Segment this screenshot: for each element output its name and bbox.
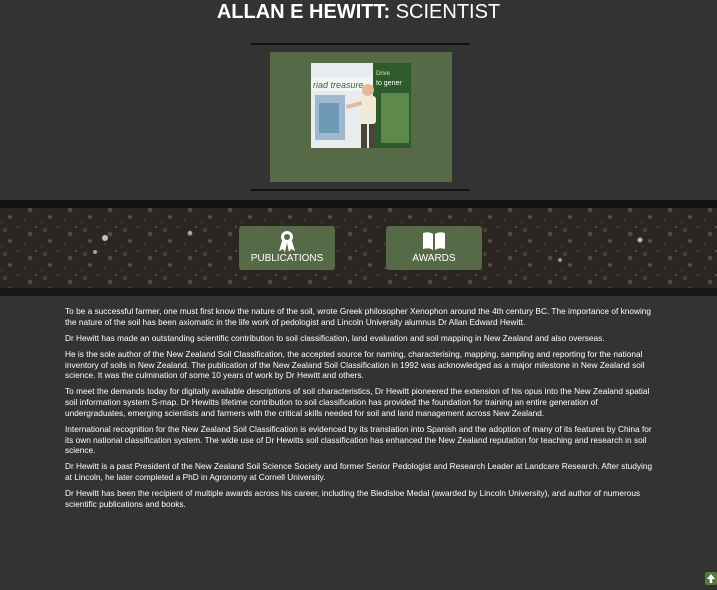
bio-paragraph: Dr Hewitt is a past President of the New… — [65, 461, 653, 483]
svg-text:Drive: Drive — [376, 71, 391, 77]
portrait-frame: riad treasure Drive to gener — [270, 52, 452, 182]
bio-paragraph: To meet the demands today for digitally … — [65, 386, 650, 418]
page-title: ALLAN E HEWITT: SCIENTIST — [0, 0, 717, 24]
top-divider — [251, 43, 470, 45]
svg-text:to gener: to gener — [376, 80, 402, 87]
biography-text: To be a successful farmer, one must firs… — [65, 306, 655, 515]
bio-paragraph: International recognition for the New Ze… — [65, 423, 652, 456]
open-book-icon — [423, 232, 445, 250]
publications-label: PUBLICATIONS — [250, 253, 324, 264]
bio-paragraph: Dr Hewitt has been the recipient of mult… — [65, 488, 641, 509]
portrait-photo: riad treasure Drive to gener — [311, 63, 411, 148]
bio-paragraph: He is the sole author of the New Zealand… — [65, 348, 645, 381]
award-ribbon-icon — [279, 231, 295, 252]
awards-label: AWARDS — [412, 253, 456, 264]
banner-text: riad treasure — [313, 80, 364, 90]
scientist-role: SCIENTIST — [390, 1, 501, 23]
bottom-divider — [251, 189, 470, 191]
publications-button[interactable]: PUBLICATIONS — [239, 226, 335, 270]
arrow-up-icon — [707, 574, 715, 583]
soil-banner: PUBLICATIONS AWARDS — [0, 200, 717, 296]
scientist-name: ALLAN E HEWITT: — [216, 1, 391, 23]
awards-button[interactable]: AWARDS — [386, 226, 482, 270]
bio-paragraph: Dr Hewitt has made an outstanding scient… — [65, 332, 605, 343]
bio-paragraph: To be a successful farmer, one must firs… — [65, 306, 652, 327]
scroll-to-top-button[interactable] — [705, 572, 717, 585]
